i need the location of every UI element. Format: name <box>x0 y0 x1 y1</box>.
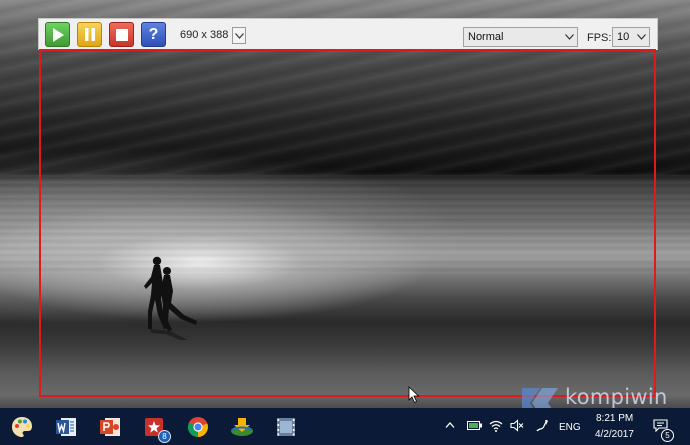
wps-badge: 8 <box>158 430 171 443</box>
help-icon: ? <box>148 25 159 43</box>
film-icon <box>277 418 295 436</box>
stop-icon <box>115 28 128 41</box>
capture-tool-window: ? 690 x 388 Normal FPS: 10 <box>38 18 658 398</box>
stop-button[interactable] <box>109 22 134 47</box>
powerpoint-icon <box>100 418 120 436</box>
taskbar-app-chrome[interactable] <box>183 412 213 442</box>
wifi-icon[interactable] <box>489 419 503 432</box>
watermark-text: kompiwin <box>565 385 668 409</box>
chrome-icon <box>187 417 208 438</box>
mode-select[interactable]: Normal <box>463 27 578 47</box>
pause-icon <box>84 28 95 41</box>
mode-select-value: Normal <box>468 31 504 43</box>
chevron-up-icon[interactable] <box>445 421 455 429</box>
clock-time[interactable]: 8:21 PM <box>596 413 633 424</box>
taskbar: 8 ENG 8:21 PM 4/2/2017 <box>0 408 690 445</box>
taskbar-app-video[interactable] <box>271 412 301 442</box>
fps-select[interactable]: 10 <box>612 27 650 47</box>
taskbar-app-powerpoint[interactable] <box>95 412 125 442</box>
battery-icon[interactable] <box>467 420 483 431</box>
play-icon <box>52 27 64 42</box>
chevron-down-icon <box>633 28 649 46</box>
taskbar-app-idm[interactable] <box>227 412 257 442</box>
clock-date[interactable]: 4/2/2017 <box>595 429 634 440</box>
capture-size-label: 690 x 388 <box>180 29 229 41</box>
pause-button[interactable] <box>77 22 102 47</box>
taskbar-app-wps[interactable]: 8 <box>139 412 171 443</box>
taskbar-app-word[interactable] <box>51 412 81 442</box>
chevron-down-icon <box>561 28 577 46</box>
mouse-cursor-icon <box>408 386 420 404</box>
play-button[interactable] <box>45 22 70 47</box>
capture-region-frame[interactable] <box>39 49 656 397</box>
fps-label: FPS: <box>587 32 612 44</box>
chevron-down-icon <box>234 32 244 39</box>
language-indicator[interactable]: ENG <box>559 422 581 433</box>
capture-toolbar: ? 690 x 388 Normal FPS: 10 <box>38 18 658 50</box>
paint-palette-icon <box>12 417 32 437</box>
download-manager-icon <box>231 418 253 436</box>
word-icon <box>56 418 76 436</box>
size-dropdown-button[interactable] <box>232 27 246 44</box>
fps-select-value: 10 <box>617 31 630 43</box>
volume-muted-icon[interactable] <box>510 419 524 432</box>
help-button[interactable]: ? <box>141 22 166 47</box>
notifications-badge: 5 <box>661 429 674 442</box>
pen-ink-icon[interactable] <box>535 418 549 433</box>
taskbar-app-paint[interactable] <box>7 412 37 442</box>
